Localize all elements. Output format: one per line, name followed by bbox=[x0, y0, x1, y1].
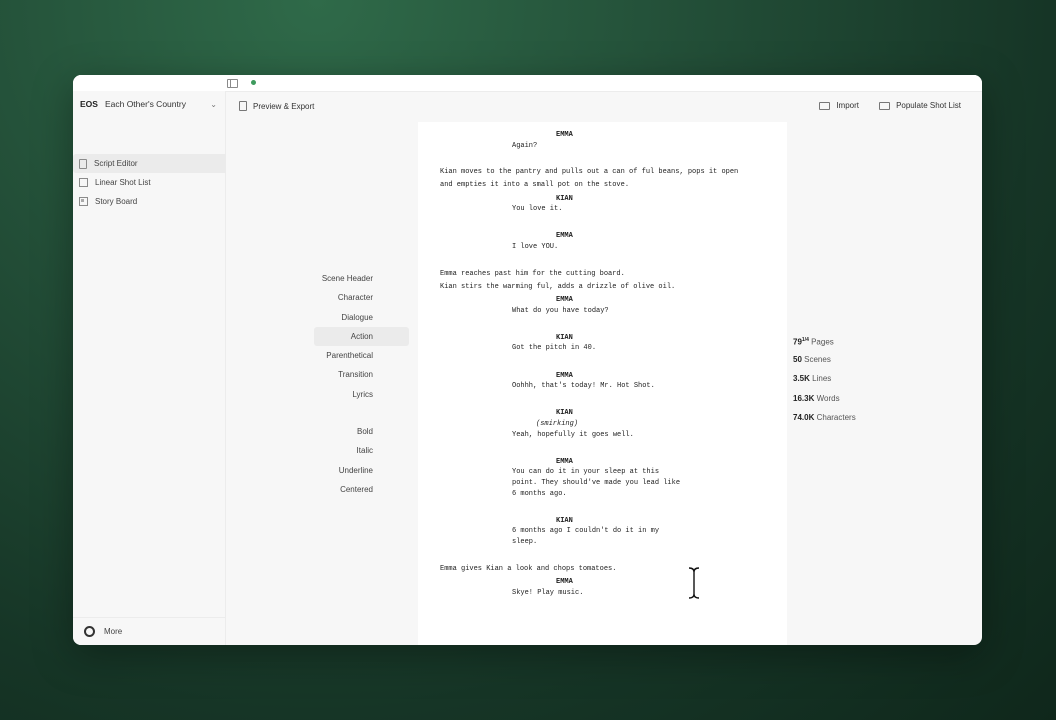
app-window: EOS Each Other's Country ⌄ Script Editor… bbox=[73, 75, 982, 645]
stat-pages-label: Pages bbox=[811, 337, 834, 347]
element-dialogue[interactable]: Dialogue bbox=[314, 308, 381, 327]
element-action[interactable]: Action bbox=[313, 326, 409, 347]
script-page[interactable]: EMMA Again? Kian moves to the pantry and p… bbox=[418, 122, 787, 645]
text-cursor-icon bbox=[688, 566, 700, 600]
element-transition[interactable]: Transition bbox=[314, 365, 381, 384]
stat-scenes-label: Scenes bbox=[804, 355, 831, 365]
format-bold[interactable]: Bold bbox=[314, 422, 381, 441]
script-line-dial[interactable]: You love it. bbox=[512, 204, 562, 215]
chevron-down-icon: ⌄ bbox=[210, 99, 217, 109]
script-line-char[interactable]: EMMA bbox=[556, 295, 573, 306]
sidebar-item-script-editor[interactable]: Script Editor bbox=[73, 154, 226, 173]
script-line-dial[interactable]: 6 months ago. bbox=[512, 489, 567, 500]
sidebar-nav: Script Editor Linear Shot List Story Boa… bbox=[73, 154, 226, 211]
stat-lines-value: 3.5K bbox=[793, 374, 810, 384]
title-bar bbox=[73, 75, 982, 92]
sidebar-item-label: Linear Shot List bbox=[95, 178, 151, 187]
script-line-char[interactable]: KIAN bbox=[556, 408, 573, 419]
element-scene-header[interactable]: Scene Header bbox=[314, 269, 381, 288]
sidebar-item-story-board[interactable]: Story Board bbox=[73, 192, 226, 211]
populate-shot-list-button[interactable]: Populate Shot List bbox=[879, 101, 961, 110]
format-italic[interactable]: Italic bbox=[314, 441, 381, 460]
script-line-act[interactable]: Emma reaches past him for the cutting bo… bbox=[440, 269, 625, 280]
element-lyrics[interactable]: Lyrics bbox=[314, 385, 381, 404]
script-line-char[interactable]: EMMA bbox=[556, 130, 573, 141]
stat-pages-fraction: 1/4 bbox=[801, 337, 809, 343]
stat-characters-label: Characters bbox=[816, 412, 856, 422]
sidebar-toggle-icon[interactable] bbox=[227, 79, 238, 88]
script-line-char[interactable]: EMMA bbox=[556, 231, 573, 242]
script-line-dial[interactable]: Oohhh, that's today! Mr. Hot Shot. bbox=[512, 381, 655, 392]
script-line-dial[interactable]: 6 months ago I couldn't do it in my bbox=[512, 526, 659, 537]
project-selector[interactable]: EOS Each Other's Country ⌄ bbox=[80, 97, 217, 111]
stat-pages-value: 79 bbox=[793, 337, 802, 347]
stat-lines: 3.5K Lines bbox=[793, 369, 856, 388]
script-line-char[interactable]: EMMA bbox=[556, 457, 573, 468]
stat-pages: 791/4 Pages bbox=[793, 331, 856, 350]
preview-export-label: Preview & Export bbox=[253, 101, 315, 111]
populate-icon bbox=[879, 101, 891, 110]
stat-words-label: Words bbox=[816, 393, 840, 403]
stat-words: 16.3K Words bbox=[793, 389, 856, 408]
stat-characters: 74.0K Characters bbox=[793, 408, 856, 427]
document-edit-icon bbox=[79, 158, 87, 169]
list-icon bbox=[79, 178, 88, 187]
element-parenthetical[interactable]: Parenthetical bbox=[314, 346, 381, 365]
script-line-act[interactable]: Kian moves to the pantry and pulls out a… bbox=[440, 167, 738, 178]
script-line-char[interactable]: EMMA bbox=[556, 577, 573, 588]
script-line-dial[interactable]: What do you have today? bbox=[512, 306, 609, 317]
toolbar: Preview & Export Import Populate Shot Li… bbox=[226, 91, 982, 123]
menu-spacer bbox=[314, 404, 381, 422]
project-code: EOS bbox=[80, 99, 98, 109]
stat-words-value: 16.3K bbox=[793, 393, 815, 403]
script-line-char[interactable]: EMMA bbox=[556, 371, 573, 382]
project-name: Each Other's Country bbox=[104, 99, 186, 109]
script-line-dial[interactable]: Skye! Play music. bbox=[512, 588, 583, 599]
gear-icon bbox=[84, 626, 95, 637]
preview-export-button[interactable]: Preview & Export bbox=[239, 101, 314, 111]
more-button[interactable]: More bbox=[73, 617, 225, 645]
element-character[interactable]: Character bbox=[314, 288, 381, 307]
script-line-dial[interactable]: Yeah, hopefully it goes well. bbox=[512, 430, 634, 441]
import-icon bbox=[819, 101, 831, 110]
sidebar: EOS Each Other's Country ⌄ Script Editor… bbox=[73, 91, 226, 645]
script-line-char[interactable]: KIAN bbox=[556, 333, 573, 344]
import-button[interactable]: Import bbox=[819, 101, 859, 110]
populate-label: Populate Shot List bbox=[896, 101, 961, 110]
element-type-menu: Scene Header Character Dialogue Action P… bbox=[313, 269, 409, 499]
more-label: More bbox=[104, 627, 123, 636]
document-icon bbox=[239, 101, 247, 111]
script-line-dial[interactable]: Again? bbox=[512, 141, 537, 152]
script-stats: 791/4 Pages 50 Scenes 3.5K Lines 16.3K W… bbox=[793, 331, 856, 427]
sidebar-item-label: Story Board bbox=[95, 197, 138, 206]
script-line-dial[interactable]: Got the pitch in 40. bbox=[512, 343, 596, 354]
script-line-dial[interactable]: point. They should've made you lead like bbox=[512, 478, 680, 489]
script-line-act[interactable]: Kian stirs the warming ful, adds a drizz… bbox=[440, 282, 675, 293]
script-line-act[interactable]: and empties it into a small pot on the s… bbox=[440, 180, 629, 191]
format-centered[interactable]: Centered bbox=[314, 480, 381, 499]
script-line-char[interactable]: KIAN bbox=[556, 194, 573, 205]
script-line-dial[interactable]: You can do it in your sleep at this bbox=[512, 467, 659, 478]
stat-lines-label: Lines bbox=[812, 374, 832, 384]
format-underline[interactable]: Underline bbox=[314, 461, 381, 480]
script-line-paren[interactable]: (smirking) bbox=[536, 419, 578, 430]
stat-scenes: 50 Scenes bbox=[793, 350, 856, 369]
sidebar-item-label: Script Editor bbox=[94, 159, 138, 168]
script-line-char[interactable]: KIAN bbox=[556, 516, 573, 527]
storyboard-icon bbox=[79, 197, 88, 206]
status-dot-icon bbox=[251, 80, 256, 85]
script-line-act[interactable]: Emma gives Kian a look and chops tomatoe… bbox=[440, 564, 616, 575]
script-line-dial[interactable]: I love YOU. bbox=[512, 242, 558, 253]
stat-characters-value: 74.0K bbox=[793, 412, 815, 422]
sidebar-item-linear-shot-list[interactable]: Linear Shot List bbox=[73, 173, 226, 192]
script-line-dial[interactable]: sleep. bbox=[512, 537, 537, 548]
import-label: Import bbox=[836, 101, 859, 110]
stat-scenes-value: 50 bbox=[793, 355, 802, 365]
